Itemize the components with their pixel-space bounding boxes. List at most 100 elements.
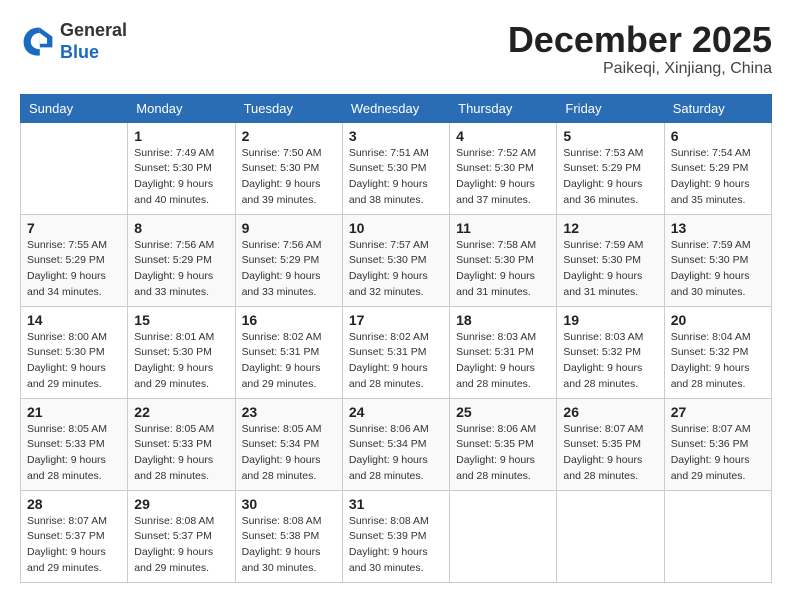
weekday-header: Friday: [557, 94, 664, 122]
calendar-cell: 4 Sunrise: 7:52 AM Sunset: 5:30 PM Daylig…: [450, 122, 557, 214]
calendar-cell: 6Sunrise: 7:54 AM Sunset: 5:29 PM Daylig…: [664, 122, 771, 214]
calendar-cell: 29Sunrise: 8:08 AM Sunset: 5:37 PM Dayli…: [128, 490, 235, 582]
calendar-week-row: 14 Sunrise: 8:00 AM Sunset: 5:30 PM Dayli…: [21, 306, 772, 398]
day-number: 2: [242, 128, 336, 144]
calendar-cell: 27 Sunrise: 8:07 AM Sunset: 5:36 PM Dayli…: [664, 398, 771, 490]
day-number: 26: [563, 404, 657, 420]
weekday-header: Monday: [128, 94, 235, 122]
day-number: 19: [563, 312, 657, 328]
day-info: Sunrise: 8:06 AM Sunset: 5:34 PM Dayligh…: [349, 422, 443, 485]
day-info: Sunrise: 7:59 AM Sunset: 5:30 PM Dayligh…: [563, 238, 657, 301]
day-info: Sunrise: 8:05 AM Sunset: 5:33 PM Dayligh…: [134, 422, 228, 485]
calendar-cell: 22 Sunrise: 8:05 AM Sunset: 5:33 PM Dayli…: [128, 398, 235, 490]
day-number: 18: [456, 312, 550, 328]
calendar-table: SundayMondayTuesdayWednesdayThursdayFrid…: [20, 94, 772, 583]
logo: General Blue: [20, 20, 127, 63]
day-number: 4: [456, 128, 550, 144]
day-number: 22: [134, 404, 228, 420]
day-number: 9: [242, 220, 336, 236]
day-info: Sunrise: 7:59 AM Sunset: 5:30 PM Dayligh…: [671, 238, 765, 301]
calendar-cell: 21 Sunrise: 8:05 AM Sunset: 5:33 PM Dayli…: [21, 398, 128, 490]
weekday-header: Sunday: [21, 94, 128, 122]
day-info: Sunrise: 7:56 AM Sunset: 5:29 PM Dayligh…: [134, 238, 228, 301]
day-info: Sunrise: 8:03 AM Sunset: 5:32 PM Dayligh…: [563, 330, 657, 393]
day-info: Sunrise: 7:54 AM Sunset: 5:29 PM Dayligh…: [671, 146, 765, 209]
day-info: Sunrise: 8:08 AM Sunset: 5:39 PM Dayligh…: [349, 514, 443, 577]
day-info: Sunrise: 8:08 AM Sunset: 5:38 PM Dayligh…: [242, 514, 336, 577]
logo-icon: [20, 24, 56, 60]
calendar-week-row: 1Sunrise: 7:49 AM Sunset: 5:30 PM Daylig…: [21, 122, 772, 214]
calendar-cell: 9 Sunrise: 7:56 AM Sunset: 5:29 PM Daylig…: [235, 214, 342, 306]
calendar-cell: 25Sunrise: 8:06 AM Sunset: 5:35 PM Dayli…: [450, 398, 557, 490]
calendar-cell: 14 Sunrise: 8:00 AM Sunset: 5:30 PM Dayli…: [21, 306, 128, 398]
day-number: 15: [134, 312, 228, 328]
calendar-cell: [557, 490, 664, 582]
calendar-week-row: 21 Sunrise: 8:05 AM Sunset: 5:33 PM Dayli…: [21, 398, 772, 490]
weekday-header: Wednesday: [342, 94, 449, 122]
logo-general-text: General: [60, 20, 127, 40]
day-number: 29: [134, 496, 228, 512]
day-info: Sunrise: 8:00 AM Sunset: 5:30 PM Dayligh…: [27, 330, 121, 393]
calendar-cell: 2 Sunrise: 7:50 AM Sunset: 5:30 PM Daylig…: [235, 122, 342, 214]
day-info: Sunrise: 8:01 AM Sunset: 5:30 PM Dayligh…: [134, 330, 228, 393]
day-info: Sunrise: 8:04 AM Sunset: 5:32 PM Dayligh…: [671, 330, 765, 393]
day-number: 13: [671, 220, 765, 236]
calendar-cell: 30 Sunrise: 8:08 AM Sunset: 5:38 PM Dayli…: [235, 490, 342, 582]
day-info: Sunrise: 7:49 AM Sunset: 5:30 PM Dayligh…: [134, 146, 228, 209]
calendar-week-row: 7 Sunrise: 7:55 AM Sunset: 5:29 PM Daylig…: [21, 214, 772, 306]
day-number: 24: [349, 404, 443, 420]
day-info: Sunrise: 7:53 AM Sunset: 5:29 PM Dayligh…: [563, 146, 657, 209]
day-number: 12: [563, 220, 657, 236]
calendar-cell: 26Sunrise: 8:07 AM Sunset: 5:35 PM Dayli…: [557, 398, 664, 490]
day-number: 21: [27, 404, 121, 420]
day-info: Sunrise: 8:02 AM Sunset: 5:31 PM Dayligh…: [242, 330, 336, 393]
day-number: 16: [242, 312, 336, 328]
calendar-cell: [664, 490, 771, 582]
day-number: 8: [134, 220, 228, 236]
day-info: Sunrise: 7:51 AM Sunset: 5:30 PM Dayligh…: [349, 146, 443, 209]
day-info: Sunrise: 8:05 AM Sunset: 5:33 PM Dayligh…: [27, 422, 121, 485]
day-info: Sunrise: 8:06 AM Sunset: 5:35 PM Dayligh…: [456, 422, 550, 485]
day-number: 23: [242, 404, 336, 420]
day-number: 3: [349, 128, 443, 144]
day-number: 20: [671, 312, 765, 328]
calendar-cell: 1Sunrise: 7:49 AM Sunset: 5:30 PM Daylig…: [128, 122, 235, 214]
calendar-cell: 7 Sunrise: 7:55 AM Sunset: 5:29 PM Daylig…: [21, 214, 128, 306]
day-info: Sunrise: 8:07 AM Sunset: 5:36 PM Dayligh…: [671, 422, 765, 485]
calendar-cell: 19 Sunrise: 8:03 AM Sunset: 5:32 PM Dayli…: [557, 306, 664, 398]
day-info: Sunrise: 8:03 AM Sunset: 5:31 PM Dayligh…: [456, 330, 550, 393]
calendar-cell: 3 Sunrise: 7:51 AM Sunset: 5:30 PM Daylig…: [342, 122, 449, 214]
day-info: Sunrise: 7:55 AM Sunset: 5:29 PM Dayligh…: [27, 238, 121, 301]
logo-blue-text: Blue: [60, 42, 99, 62]
day-number: 5: [563, 128, 657, 144]
day-info: Sunrise: 7:56 AM Sunset: 5:29 PM Dayligh…: [242, 238, 336, 301]
calendar-cell: 8 Sunrise: 7:56 AM Sunset: 5:29 PM Daylig…: [128, 214, 235, 306]
day-info: Sunrise: 7:50 AM Sunset: 5:30 PM Dayligh…: [242, 146, 336, 209]
calendar-cell: 28Sunrise: 8:07 AM Sunset: 5:37 PM Dayli…: [21, 490, 128, 582]
day-info: Sunrise: 7:58 AM Sunset: 5:30 PM Dayligh…: [456, 238, 550, 301]
calendar-cell: 18 Sunrise: 8:03 AM Sunset: 5:31 PM Dayli…: [450, 306, 557, 398]
calendar-cell: 15 Sunrise: 8:01 AM Sunset: 5:30 PM Dayli…: [128, 306, 235, 398]
day-info: Sunrise: 7:52 AM Sunset: 5:30 PM Dayligh…: [456, 146, 550, 209]
calendar-cell: 11Sunrise: 7:58 AM Sunset: 5:30 PM Dayli…: [450, 214, 557, 306]
title-block: December 2025 Paikeqi, Xinjiang, China: [508, 20, 772, 78]
calendar-cell: 16 Sunrise: 8:02 AM Sunset: 5:31 PM Dayli…: [235, 306, 342, 398]
day-number: 30: [242, 496, 336, 512]
day-info: Sunrise: 8:02 AM Sunset: 5:31 PM Dayligh…: [349, 330, 443, 393]
calendar-cell: 24 Sunrise: 8:06 AM Sunset: 5:34 PM Dayli…: [342, 398, 449, 490]
location: Paikeqi, Xinjiang, China: [508, 60, 772, 78]
day-info: Sunrise: 8:07 AM Sunset: 5:37 PM Dayligh…: [27, 514, 121, 577]
day-info: Sunrise: 8:05 AM Sunset: 5:34 PM Dayligh…: [242, 422, 336, 485]
calendar-cell: 12 Sunrise: 7:59 AM Sunset: 5:30 PM Dayli…: [557, 214, 664, 306]
weekday-header-row: SundayMondayTuesdayWednesdayThursdayFrid…: [21, 94, 772, 122]
calendar-cell: 20 Sunrise: 8:04 AM Sunset: 5:32 PM Dayli…: [664, 306, 771, 398]
day-number: 14: [27, 312, 121, 328]
day-number: 17: [349, 312, 443, 328]
day-number: 27: [671, 404, 765, 420]
calendar-cell: 23 Sunrise: 8:05 AM Sunset: 5:34 PM Dayli…: [235, 398, 342, 490]
day-number: 7: [27, 220, 121, 236]
calendar-cell: 10Sunrise: 7:57 AM Sunset: 5:30 PM Dayli…: [342, 214, 449, 306]
calendar-cell: 17 Sunrise: 8:02 AM Sunset: 5:31 PM Dayli…: [342, 306, 449, 398]
page-header: General Blue December 2025 Paikeqi, Xinj…: [20, 20, 772, 78]
calendar-cell: 31Sunrise: 8:08 AM Sunset: 5:39 PM Dayli…: [342, 490, 449, 582]
